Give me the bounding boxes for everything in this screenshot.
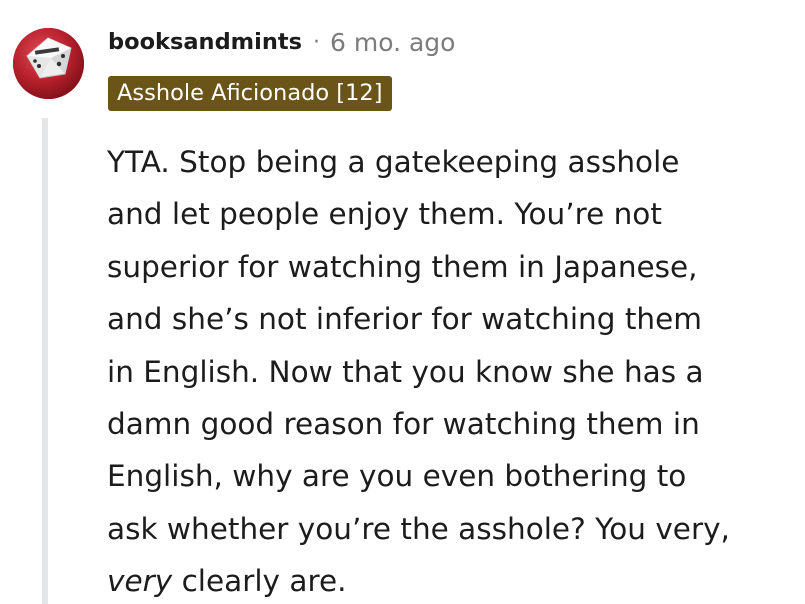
emphasis-text: very <box>107 564 173 599</box>
comment-meta: booksandmints · 6 mo. ago <box>108 24 455 60</box>
timestamp-link[interactable]: 6 mo. ago <box>330 28 455 57</box>
username-link[interactable]: booksandmints <box>108 29 302 55</box>
comment-line: in English. Now that you know she has a <box>107 354 704 389</box>
comment-line-end: clearly are. <box>172 564 347 599</box>
comment-line: and let people enjoy them. You’re not <box>107 197 662 232</box>
comment-line: English, why are you even bothering to <box>107 459 687 494</box>
dice-avatar-icon <box>13 28 84 99</box>
comment-line: YTA. Stop being a gatekeeping asshole <box>107 145 680 179</box>
comment-text: YTA. Stop being a gatekeeping asshole an… <box>107 136 797 604</box>
comment-line: ask whether you’re the asshole? You very… <box>107 511 730 546</box>
comment: booksandmints · 6 mo. ago Asshole Aficio… <box>0 0 805 604</box>
comment-line: damn good reason for watching them in <box>107 407 700 442</box>
comment-line-last: very clearly are. <box>107 555 797 604</box>
comment-body: YTA. Stop being a gatekeeping asshole an… <box>107 136 797 604</box>
meta-separator: · <box>313 29 321 55</box>
comment-line: and she’s not inferior for watching them <box>107 302 702 337</box>
user-flair: Asshole Aficionado [12] <box>108 76 392 111</box>
user-avatar[interactable] <box>13 28 84 99</box>
comment-line: superior for watching them in Japanese, <box>107 249 698 284</box>
collapse-thread-line[interactable] <box>42 118 48 604</box>
